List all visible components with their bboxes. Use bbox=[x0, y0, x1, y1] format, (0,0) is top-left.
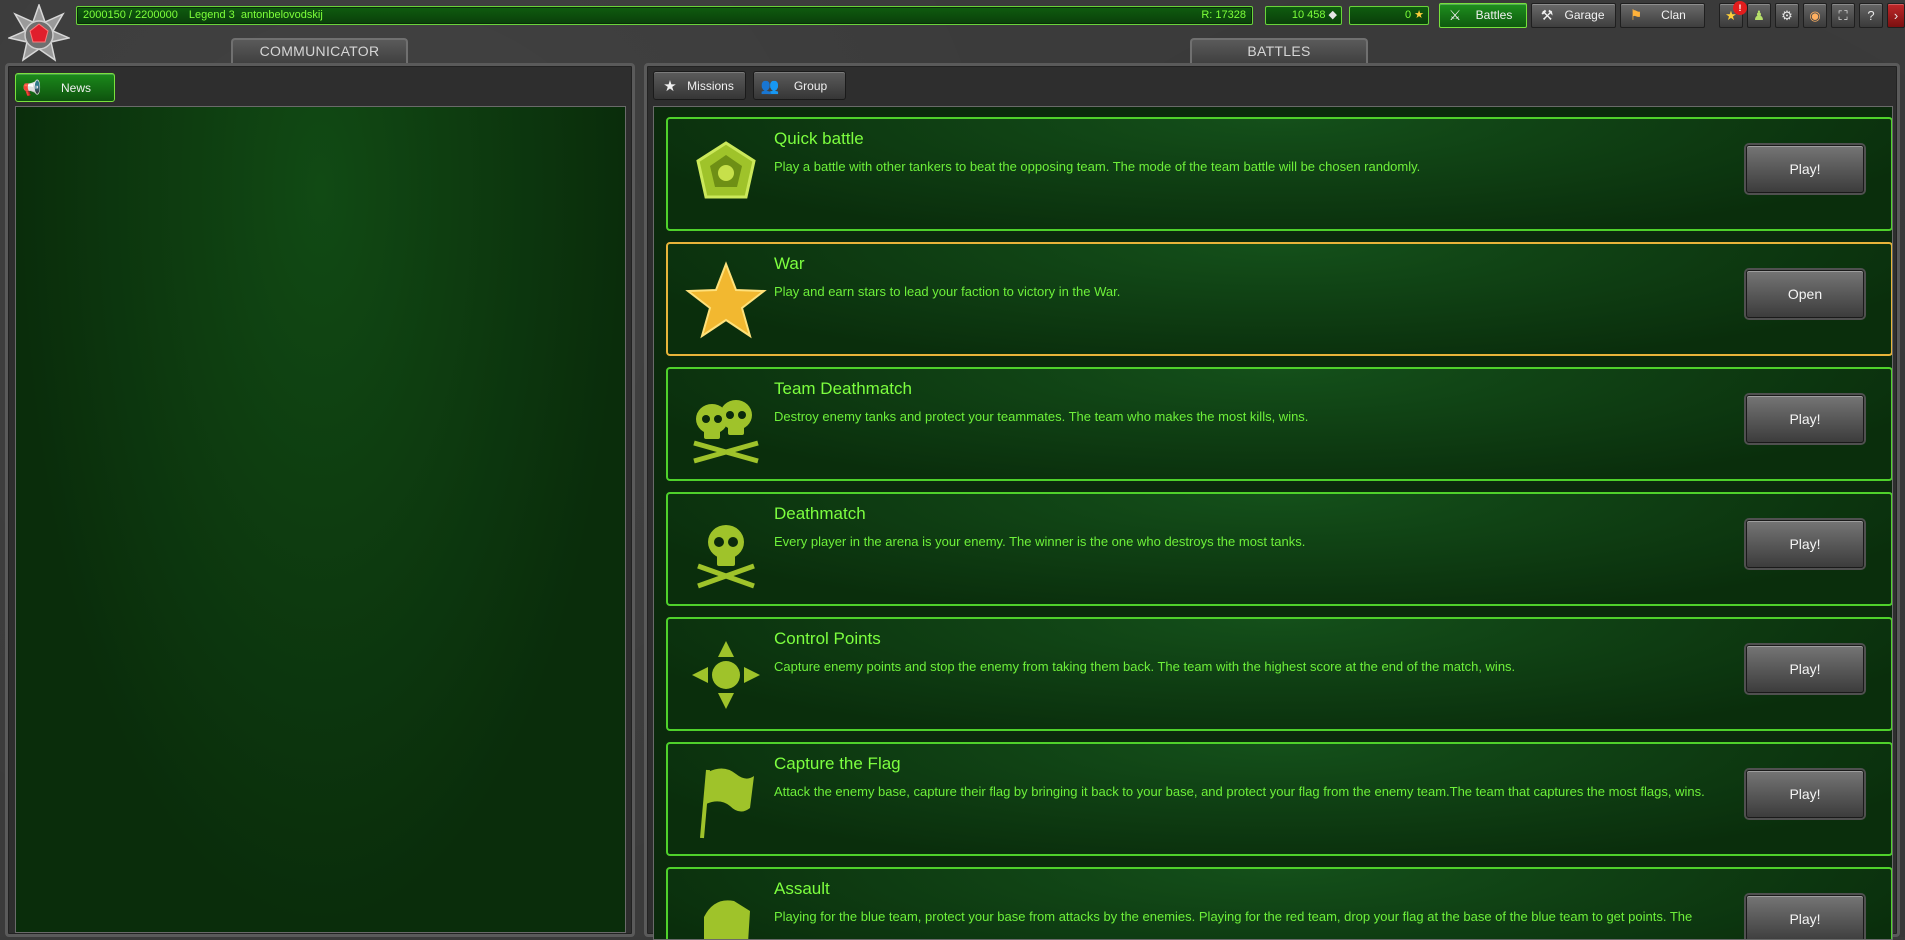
play-button[interactable]: Play! bbox=[1746, 895, 1864, 939]
flag-icon bbox=[684, 758, 768, 842]
settings-button[interactable]: ⚙ bbox=[1775, 3, 1799, 28]
sound-button[interactable]: ◉ bbox=[1803, 3, 1827, 28]
exit-button[interactable]: › bbox=[1887, 3, 1905, 28]
sound-icon: ◉ bbox=[1809, 8, 1821, 23]
rank-badge-icon[interactable] bbox=[6, 2, 72, 62]
fullscreen-icon: ⛶ bbox=[1838, 8, 1848, 23]
news-button[interactable]: 📢 News bbox=[15, 73, 115, 102]
mode-description: Playing for the blue team, protect your … bbox=[774, 909, 1693, 924]
mode-title: Team Deathmatch bbox=[774, 379, 912, 398]
notification-badge: ! bbox=[1733, 1, 1747, 15]
communicator-tab[interactable]: COMMUNICATOR bbox=[231, 38, 408, 64]
fullscreen-button[interactable]: ⛶ bbox=[1831, 3, 1855, 28]
mode-card-assault: Assault Playing for the blue team, prote… bbox=[666, 867, 1892, 939]
help-button[interactable]: ? bbox=[1859, 3, 1883, 28]
news-button-label: News bbox=[60, 80, 91, 95]
play-button[interactable]: Play! bbox=[1746, 770, 1864, 818]
username: antonbelovodskij bbox=[240, 9, 323, 21]
skull-icon bbox=[684, 508, 768, 592]
mode-card-war: War Play and earn stars to lead your fac… bbox=[666, 242, 1892, 356]
play-button[interactable]: Play! bbox=[1746, 645, 1864, 693]
mode-card-team-deathmatch: Team Deathmatch Destroy enemy tanks and … bbox=[666, 367, 1892, 481]
mode-card-quick-battle: Quick battle Play a battle with other ta… bbox=[666, 117, 1892, 231]
gear-icon: ⚙ bbox=[1781, 8, 1793, 23]
mode-title: Capture the Flag bbox=[774, 754, 901, 773]
garage-button[interactable]: ⚒ Garage bbox=[1531, 3, 1616, 28]
friends-button[interactable]: ♟ bbox=[1747, 3, 1771, 28]
battles-button[interactable]: ⚔ Battles bbox=[1439, 3, 1527, 28]
mode-title: Deathmatch bbox=[774, 504, 866, 523]
exit-icon: › bbox=[1893, 8, 1899, 23]
communicator-panel: 📢 News bbox=[5, 63, 635, 937]
mode-description: Play and earn stars to lead your faction… bbox=[774, 284, 1121, 299]
mode-description: Every player in the arena is your enemy.… bbox=[774, 534, 1306, 549]
mode-card-capture-the-flag: Capture the Flag Attack the enemy base, … bbox=[666, 742, 1892, 856]
control-point-icon bbox=[684, 633, 768, 717]
medal-icon: ⚑ bbox=[1629, 7, 1643, 23]
mode-title: War bbox=[774, 254, 805, 273]
assault-icon bbox=[684, 883, 768, 939]
rating-value: R: 17328 bbox=[1201, 9, 1246, 21]
experience-bar: 2000150 / 2200000 Legend 3 antonbelovods… bbox=[76, 6, 1253, 25]
two-skulls-icon bbox=[684, 383, 768, 467]
missions-button[interactable]: ★ Missions bbox=[653, 71, 746, 100]
mode-title: Control Points bbox=[774, 629, 881, 648]
crystals-counter[interactable]: 10 458 ◆ bbox=[1265, 6, 1342, 25]
star-icon: ★ bbox=[663, 77, 677, 95]
garage-button-label: Garage bbox=[1564, 8, 1605, 22]
xp-value: 2000150 / 2200000 bbox=[83, 9, 178, 21]
battles-tab[interactable]: BATTLES bbox=[1190, 38, 1368, 64]
star-icon bbox=[684, 258, 768, 342]
mode-card-control-points: Control Points Capture enemy points and … bbox=[666, 617, 1892, 731]
clan-button[interactable]: ⚑ Clan bbox=[1620, 3, 1705, 28]
play-button[interactable]: Play! bbox=[1746, 145, 1864, 193]
crossed-swords-icon: ⚔ bbox=[1448, 7, 1462, 23]
megaphone-icon: 📢 bbox=[22, 79, 42, 97]
mode-title: Assault bbox=[774, 879, 830, 898]
battles-panel: ★ Missions 👥 Group Quick battle Play a b… bbox=[644, 63, 1900, 940]
clan-button-label: Clan bbox=[1661, 8, 1686, 22]
mode-description: Play a battle with other tankers to beat… bbox=[774, 159, 1421, 174]
news-feed[interactable] bbox=[15, 106, 626, 933]
star-icon: ★ bbox=[1414, 9, 1424, 21]
mode-description: Capture enemy points and stop the enemy … bbox=[774, 659, 1516, 674]
help-icon: ? bbox=[1867, 8, 1875, 23]
crystal-icon: ◆ bbox=[1328, 9, 1337, 21]
stars-value: 0 bbox=[1405, 9, 1412, 21]
play-button[interactable]: Play! bbox=[1746, 520, 1864, 568]
friends-icon: ♟ bbox=[1753, 8, 1765, 23]
battle-modes-list[interactable]: Quick battle Play a battle with other ta… bbox=[653, 106, 1893, 940]
rank-label: Legend 3 bbox=[188, 9, 235, 21]
crystals-value: 10 458 bbox=[1291, 9, 1326, 21]
tools-icon: ⚒ bbox=[1540, 7, 1554, 23]
quick-battle-icon bbox=[684, 133, 768, 217]
mode-title: Quick battle bbox=[774, 129, 864, 148]
battles-button-label: Battles bbox=[1475, 8, 1513, 22]
group-icon: 👥 bbox=[760, 77, 780, 95]
mode-card-deathmatch: Deathmatch Every player in the arena is … bbox=[666, 492, 1892, 606]
missions-button-label: Missions bbox=[687, 78, 734, 93]
mode-description: Attack the enemy base, capture their fla… bbox=[774, 784, 1705, 799]
group-button[interactable]: 👥 Group bbox=[753, 71, 846, 100]
open-button[interactable]: Open bbox=[1746, 270, 1864, 318]
group-button-label: Group bbox=[793, 78, 828, 93]
stars-counter[interactable]: 0 ★ bbox=[1349, 6, 1429, 25]
play-button[interactable]: Play! bbox=[1746, 395, 1864, 443]
mode-description: Destroy enemy tanks and protect your tea… bbox=[774, 409, 1309, 424]
